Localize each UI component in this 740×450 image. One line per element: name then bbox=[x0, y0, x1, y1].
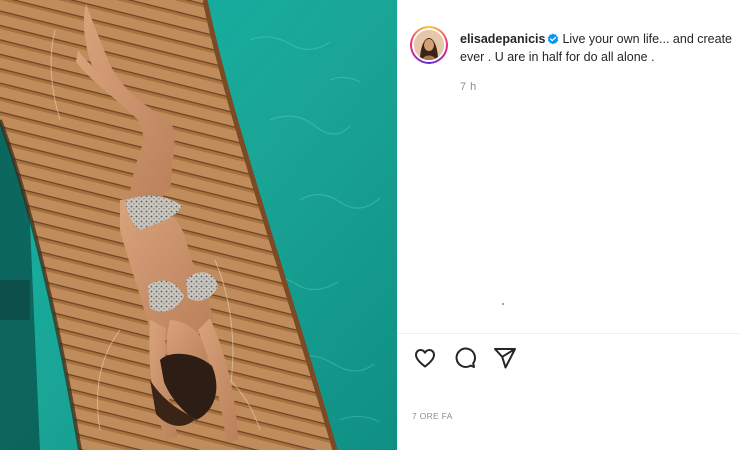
paper-plane-icon bbox=[494, 348, 516, 369]
share-button[interactable] bbox=[492, 345, 518, 371]
relative-time[interactable]: 7 h bbox=[460, 81, 477, 93]
post-caption: elisadepanicis Live your own life... and… bbox=[460, 30, 732, 66]
caption-text-line1: Live your own life... and create bbox=[562, 32, 733, 46]
username-link[interactable]: elisadepanicis bbox=[460, 32, 545, 46]
photo-illustration bbox=[0, 0, 397, 450]
post-date[interactable]: 7 ORE FA bbox=[412, 411, 453, 421]
avatar[interactable] bbox=[414, 30, 444, 60]
like-button[interactable] bbox=[412, 345, 438, 371]
action-bar bbox=[412, 345, 518, 371]
story-ring[interactable] bbox=[410, 26, 448, 64]
instagram-post: elisadepanicis Live your own life... and… bbox=[0, 0, 740, 450]
divider bbox=[398, 333, 740, 334]
verified-badge-icon bbox=[548, 33, 559, 45]
heart-icon bbox=[415, 349, 435, 368]
comment-area-marker bbox=[502, 303, 504, 305]
caption-row: elisadepanicis Live your own life... and… bbox=[410, 26, 740, 66]
post-photo[interactable] bbox=[0, 0, 397, 450]
comment-bubble-icon bbox=[455, 347, 476, 368]
post-sidebar: elisadepanicis Live your own life... and… bbox=[397, 0, 740, 450]
comment-button[interactable] bbox=[452, 345, 478, 371]
caption-text-line2: ever . U are in half for do all alone . bbox=[460, 50, 655, 64]
